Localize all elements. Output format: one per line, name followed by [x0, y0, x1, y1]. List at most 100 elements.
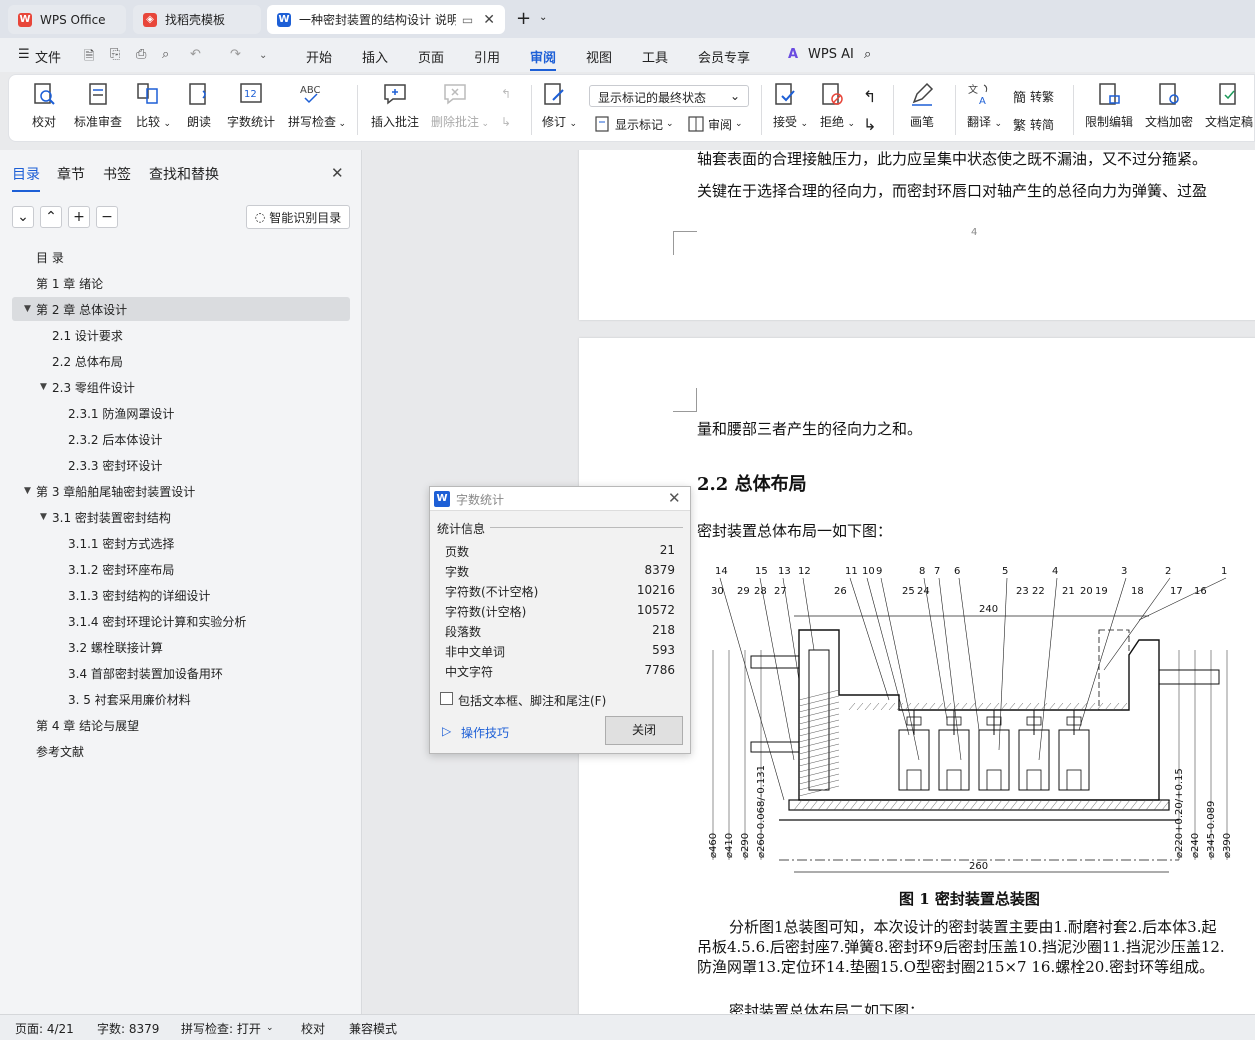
toc-item[interactable]: 3.1.2 密封环座布局	[12, 557, 350, 581]
review-pane-button[interactable]: 审阅 ⌄	[687, 115, 743, 133]
preview-icon[interactable]: ⌕	[162, 47, 169, 62]
doc-final-button[interactable]: 文档定稿	[1205, 81, 1253, 130]
chevron-down-icon[interactable]: ⌄	[539, 12, 547, 23]
next-change-icon[interactable]: ↳	[863, 115, 876, 134]
collapse-up-button[interactable]: ⌃	[40, 206, 62, 228]
translate-button[interactable]: 文A 翻译 ⌄	[966, 81, 1002, 130]
toc-item[interactable]: 3.1.1 密封方式选择	[12, 531, 350, 555]
remove-heading-button[interactable]: −	[96, 206, 118, 228]
monitor-icon[interactable]: ▭	[462, 13, 473, 27]
status-proof[interactable]: 校对	[301, 1020, 325, 1037]
status-words[interactable]: 字数: 8379	[97, 1020, 159, 1037]
reject-button[interactable]: 拒绝 ⌄	[819, 81, 855, 130]
close-dialog-icon[interactable]: ✕	[668, 489, 681, 507]
search-icon[interactable]: ⌕	[864, 47, 871, 62]
menu-file[interactable]: 文件	[35, 47, 61, 66]
std-review-button[interactable]: 标准审查	[74, 81, 122, 130]
toc-item[interactable]: ▼ 3.1 密封装置密封结构	[12, 505, 350, 529]
drawing-line	[759, 577, 795, 761]
expand-triangle-icon[interactable]: ▼	[40, 382, 52, 392]
word-count-button[interactable]: 12 字数统计	[227, 81, 275, 130]
panel-tab-find-replace[interactable]: 查找和替换	[149, 164, 219, 184]
toc-item[interactable]: ▼ 第 2 章 总体设计	[12, 297, 350, 321]
more-icon[interactable]: ⌄	[259, 50, 267, 61]
save-icon[interactable]: 🗎	[84, 47, 94, 69]
new-tab-icon[interactable]: +	[516, 8, 531, 29]
prev-change-icon[interactable]: ↰	[863, 87, 876, 106]
smart-toc-button[interactable]: ◌ 智能识别目录	[246, 205, 350, 229]
accept-button[interactable]: 接受 ⌄	[772, 81, 808, 130]
undo-icon[interactable]: ↶	[190, 47, 201, 62]
close-tab-icon[interactable]: ✕	[483, 12, 495, 28]
close-button[interactable]: 关闭	[605, 716, 683, 745]
toc-item[interactable]: 3.1.3 密封结构的详细设计	[12, 583, 350, 607]
add-heading-button[interactable]: +	[68, 206, 90, 228]
prev-comment-icon[interactable]: ↰	[501, 87, 511, 101]
show-markup-button[interactable]: 显示标记 ⌄	[594, 115, 674, 133]
status-spell-check[interactable]: 拼写检查: 打开	[181, 1020, 261, 1037]
hatch-line	[1001, 799, 1011, 811]
next-comment-icon[interactable]: ↳	[501, 115, 511, 129]
read-aloud-button[interactable]: 朗读	[186, 81, 212, 130]
hatch-line	[798, 701, 840, 713]
revise-button[interactable]: 修订 ⌄	[541, 81, 577, 130]
export-icon[interactable]: ⎘	[110, 47, 120, 62]
toc-item[interactable]: ▼ 2.3 零组件设计	[12, 375, 350, 399]
menu-tools[interactable]: 工具	[642, 47, 668, 66]
menu-start[interactable]: 开始	[306, 47, 332, 66]
toc-item[interactable]: 3.2 螺栓联接计算	[12, 635, 350, 659]
tab-docer[interactable]: ◈ 找稻壳模板	[133, 5, 261, 34]
menu-wps-ai[interactable]: WPS AI	[808, 47, 854, 62]
markup-state-select[interactable]: 显示标记的最终状态 ⌄	[589, 85, 749, 107]
menu-reference[interactable]: 引用	[474, 47, 500, 66]
toc-item[interactable]: 2.2 总体布局	[12, 349, 350, 373]
toc-item[interactable]: 2.3.3 密封环设计	[12, 453, 350, 477]
panel-tab-toc[interactable]: 目录	[12, 164, 40, 192]
toc-item[interactable]: 目 录	[12, 245, 350, 269]
include-textbox-checkbox[interactable]	[440, 692, 453, 705]
panel-tab-chapter[interactable]: 章节	[57, 164, 85, 184]
delete-comment-button[interactable]: 删除批注 ⌄	[431, 81, 489, 130]
tab-wps-office[interactable]: W WPS Office	[8, 5, 126, 34]
menu-vip[interactable]: 会员专享	[698, 47, 750, 66]
tips-link[interactable]: 操作技巧	[461, 724, 509, 741]
toc-item[interactable]: ▼ 第 3 章船舶尾轴密封装置设计	[12, 479, 350, 503]
compare-button[interactable]: 比较 ⌄	[135, 81, 171, 130]
pen-button[interactable]: 画笔	[909, 81, 935, 130]
toc-item[interactable]: 2.3.2 后本体设计	[12, 427, 350, 451]
collapse-down-button[interactable]: ⌄	[12, 206, 34, 228]
tab-document[interactable]: W 一种密封装置的结构设计 说明 ▭ ✕	[267, 5, 505, 34]
insert-comment-button[interactable]: 插入批注	[371, 81, 419, 130]
print-icon[interactable]: ⎙	[136, 47, 146, 62]
to-simplified-button[interactable]: 繁 转简	[1013, 115, 1054, 134]
status-page[interactable]: 页面: 4/21	[15, 1020, 74, 1037]
redo-icon[interactable]: ↷	[230, 47, 241, 62]
menu-page[interactable]: 页面	[418, 47, 444, 66]
toc-item[interactable]: 第 4 章 结论与展望	[12, 713, 350, 737]
toc-item[interactable]: 3. 5 衬套采用廉价材料	[12, 687, 350, 711]
expand-triangle-icon[interactable]: ▼	[24, 304, 36, 314]
hamburger-icon[interactable]: ☰	[18, 47, 30, 62]
proof-button[interactable]: 校对	[31, 81, 57, 130]
toc-item[interactable]: 第 1 章 绪论	[12, 271, 350, 295]
toc-item[interactable]: 2.1 设计要求	[12, 323, 350, 347]
toc-item[interactable]: 2.3.1 防渔网罩设计	[12, 401, 350, 425]
stat-row: 字数 8379	[445, 563, 675, 580]
menu-insert[interactable]: 插入	[362, 47, 388, 66]
toc-item[interactable]: 3.1.4 密封环理论计算和实验分析	[12, 609, 350, 633]
ribbon-toolbar: 校对 标准审查 比较 ⌄ 朗读 12 字数统计 ABC 拼写检查 ⌄ 插入批注 删除…	[8, 74, 1255, 142]
section-label: 统计信息	[437, 522, 486, 536]
spell-check-button[interactable]: ABC 拼写检查 ⌄	[288, 81, 346, 130]
expand-triangle-icon[interactable]: ▼	[24, 486, 36, 496]
menu-view[interactable]: 视图	[586, 47, 612, 66]
doc-encrypt-button[interactable]: 文档加密	[1145, 81, 1193, 130]
restrict-edit-button[interactable]: 限制编辑	[1085, 81, 1133, 130]
toc-item[interactable]: 3.4 首部密封装置加设备用环	[12, 661, 350, 685]
to-traditional-button[interactable]: 簡 转繁	[1013, 87, 1054, 106]
menu-review[interactable]: 审阅	[530, 47, 557, 71]
panel-tab-bookmark[interactable]: 书签	[103, 164, 131, 184]
close-panel-icon[interactable]: ✕	[331, 164, 344, 182]
toc-item[interactable]: 参考文献	[12, 739, 350, 763]
hatch-line	[864, 702, 872, 711]
expand-triangle-icon[interactable]: ▼	[40, 512, 52, 522]
